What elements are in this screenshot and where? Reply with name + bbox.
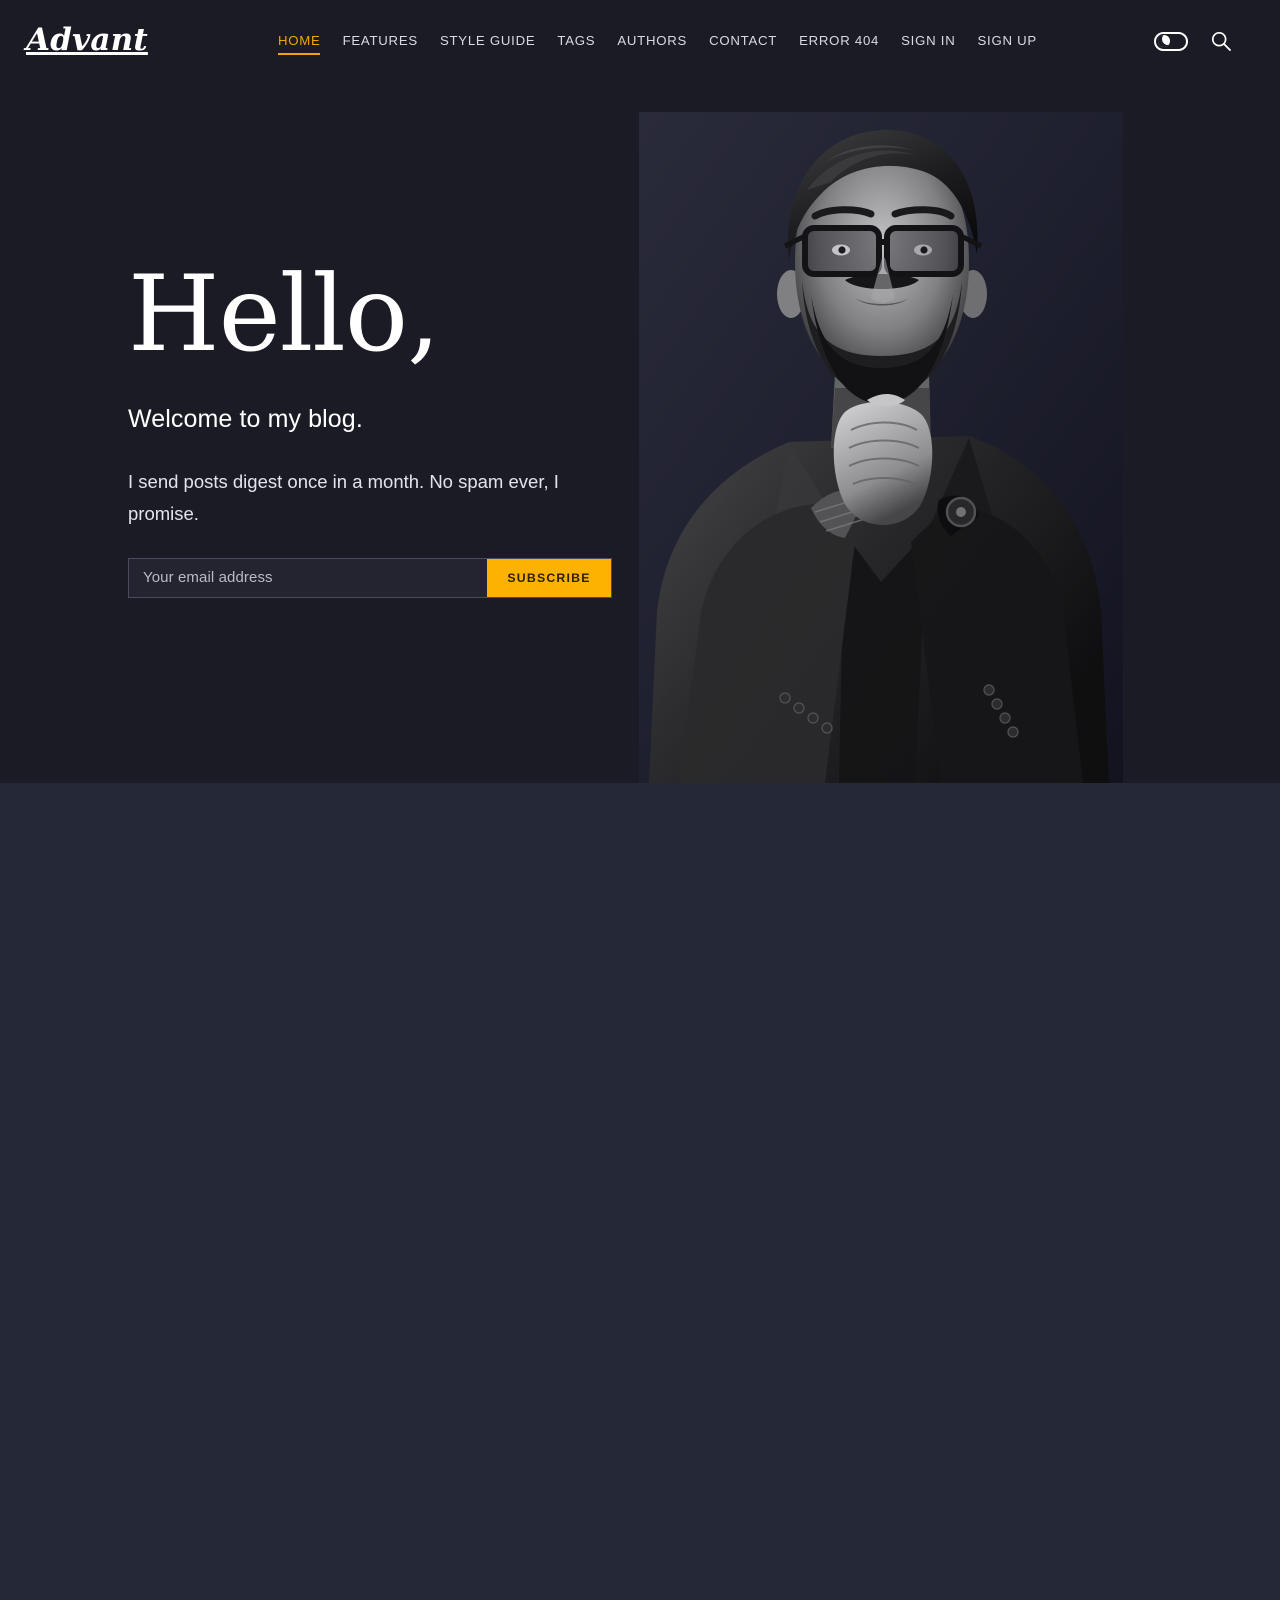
nav-item-contact[interactable]: CONTACT	[709, 33, 791, 55]
dark-mode-toggle[interactable]	[1154, 31, 1188, 51]
nav-item-style-guide[interactable]: STYLE GUIDE	[440, 33, 549, 55]
nav-item-sign-in[interactable]: SIGN IN	[901, 33, 969, 55]
nav-item-sign-up[interactable]: SIGN UP	[977, 33, 1050, 55]
nav-item-error-404[interactable]: ERROR 404	[799, 33, 893, 55]
subscribe-button[interactable]: SUBSCRIBE	[487, 558, 611, 597]
email-input[interactable]	[129, 558, 487, 597]
nav-item-tags[interactable]: TAGS	[557, 33, 609, 55]
hero-subtitle: Welcome to my blog.	[128, 405, 363, 433]
hero-copy: Hello, Welcome to my blog. I send posts …	[128, 262, 628, 598]
search-icon[interactable]	[1210, 30, 1232, 52]
nav-item-authors[interactable]: AUTHORS	[617, 33, 701, 55]
articles-section: B 22 JULY, 2019 LIFESTYLE Riding bicycle…	[0, 783, 1280, 1600]
nav-tools	[1154, 30, 1232, 52]
subscribe-form: SUBSCRIBE	[128, 557, 612, 598]
nav-links: HOME FEATURES STYLE GUIDE TAGS AUTHORS C…	[278, 33, 1059, 55]
main-navigation: Advant HOME FEATURES STYLE GUIDE TAGS AU…	[0, 0, 1280, 88]
nav-item-home[interactable]: HOME	[278, 33, 335, 55]
hero-title: Hello,	[128, 253, 440, 375]
site-logo[interactable]: Advant	[26, 22, 148, 58]
moon-icon	[1158, 35, 1170, 47]
nav-item-features[interactable]: FEATURES	[343, 33, 432, 55]
hero-section: Advant HOME FEATURES STYLE GUIDE TAGS AU…	[0, 0, 1280, 783]
hero-description: I send posts digest once in a month. No …	[128, 471, 559, 524]
hero-portrait-image	[639, 112, 1123, 783]
